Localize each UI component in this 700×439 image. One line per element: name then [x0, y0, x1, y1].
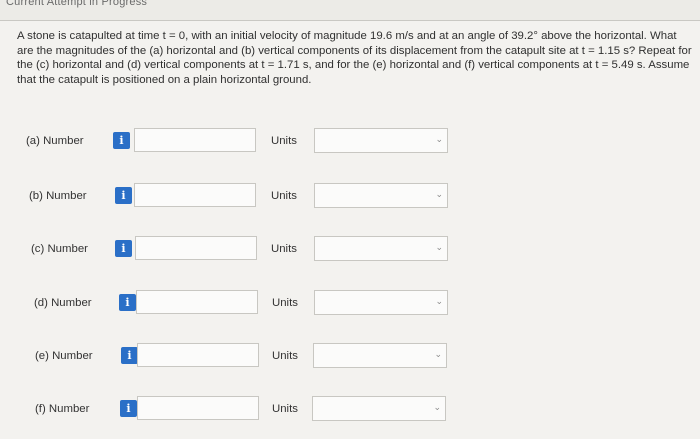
number-input-b[interactable]: [134, 183, 256, 207]
chevron-down-icon: ⌄: [435, 134, 443, 144]
info-icon[interactable]: i: [115, 240, 132, 257]
units-label: Units: [271, 135, 297, 147]
row-label: (e) Number: [35, 350, 93, 362]
row-label: (c) Number: [31, 243, 88, 255]
number-input-a[interactable]: [134, 128, 256, 152]
header-strip: Current Attempt in Progress: [0, 0, 700, 21]
question-text: A stone is catapulted at time t = 0, wit…: [17, 29, 695, 87]
answer-row-b: (b) Number i Units ⌄: [0, 183, 700, 211]
answer-row-f: (f) Number i Units ⌄: [0, 396, 700, 424]
info-icon[interactable]: i: [119, 294, 136, 311]
answer-row-e: (e) Number i Units ⌄: [0, 343, 700, 371]
units-select-a[interactable]: ⌄: [314, 128, 448, 153]
info-icon[interactable]: i: [120, 400, 137, 417]
info-icon[interactable]: i: [115, 187, 132, 204]
answer-row-a: (a) Number i Units ⌄: [0, 128, 700, 156]
units-select-c[interactable]: ⌄: [314, 236, 448, 261]
question-paragraph: A stone is catapulted at time t = 0, wit…: [17, 30, 692, 86]
number-input-e[interactable]: [137, 343, 259, 367]
number-input-c[interactable]: [135, 236, 257, 260]
answer-row-d: (d) Number i Units ⌄: [0, 290, 700, 318]
chevron-down-icon: ⌄: [435, 296, 443, 306]
units-label: Units: [272, 403, 298, 415]
row-label: (b) Number: [29, 190, 87, 202]
info-icon[interactable]: i: [121, 347, 138, 364]
row-label: (f) Number: [35, 403, 90, 415]
info-icon[interactable]: i: [113, 132, 130, 149]
units-label: Units: [271, 190, 297, 202]
number-input-f[interactable]: [137, 396, 259, 420]
units-select-b[interactable]: ⌄: [314, 183, 448, 208]
row-label: (d) Number: [34, 297, 92, 309]
units-select-e[interactable]: ⌄: [313, 343, 447, 368]
header-title: Current Attempt in Progress: [6, 0, 148, 8]
chevron-down-icon: ⌄: [435, 242, 443, 252]
chevron-down-icon: ⌄: [433, 402, 441, 412]
units-select-d[interactable]: ⌄: [314, 290, 448, 315]
units-label: Units: [271, 243, 297, 255]
number-input-d[interactable]: [136, 290, 258, 314]
units-select-f[interactable]: ⌄: [312, 396, 446, 421]
units-label: Units: [272, 350, 298, 362]
chevron-down-icon: ⌄: [435, 189, 443, 199]
chevron-down-icon: ⌄: [434, 349, 442, 359]
units-label: Units: [272, 297, 298, 309]
row-label: (a) Number: [26, 135, 84, 147]
answer-row-c: (c) Number i Units ⌄: [0, 236, 700, 264]
